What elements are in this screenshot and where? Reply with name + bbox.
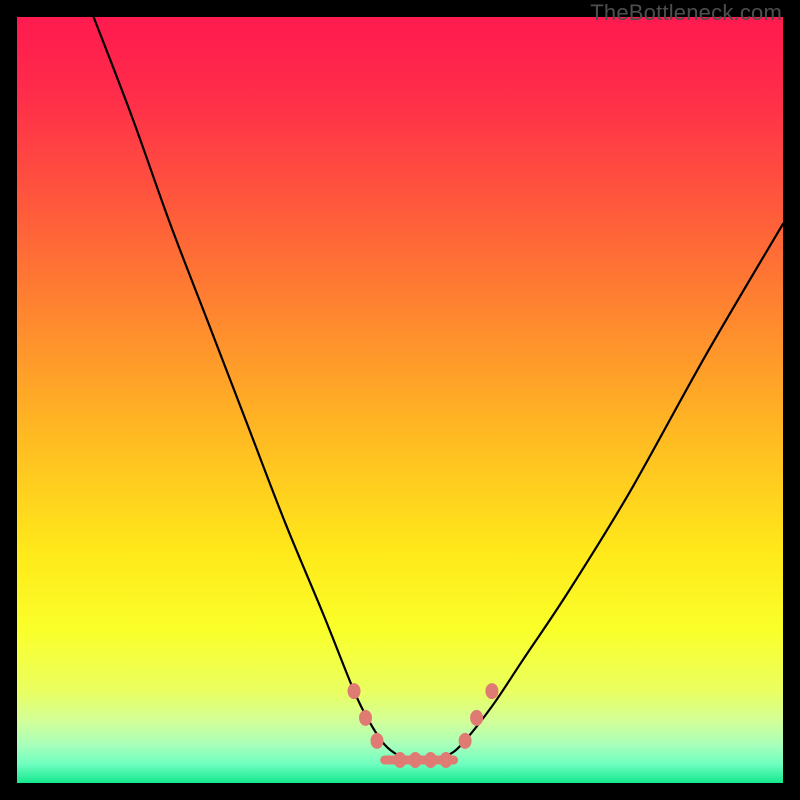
curve-marker <box>485 683 498 699</box>
curve-markers <box>348 683 499 768</box>
curve-marker <box>394 752 407 768</box>
curve-marker <box>424 752 437 768</box>
curve-marker <box>359 710 372 726</box>
curve-marker <box>459 733 472 749</box>
watermark-text: TheBottleneck.com <box>590 0 782 26</box>
plot-frame <box>17 17 783 783</box>
curve-marker <box>348 683 361 699</box>
curve-marker <box>470 710 483 726</box>
bottleneck-curve-layer <box>17 17 783 783</box>
bottleneck-curve <box>94 17 783 760</box>
curve-marker <box>439 752 452 768</box>
curve-marker <box>409 752 422 768</box>
curve-marker <box>371 733 384 749</box>
